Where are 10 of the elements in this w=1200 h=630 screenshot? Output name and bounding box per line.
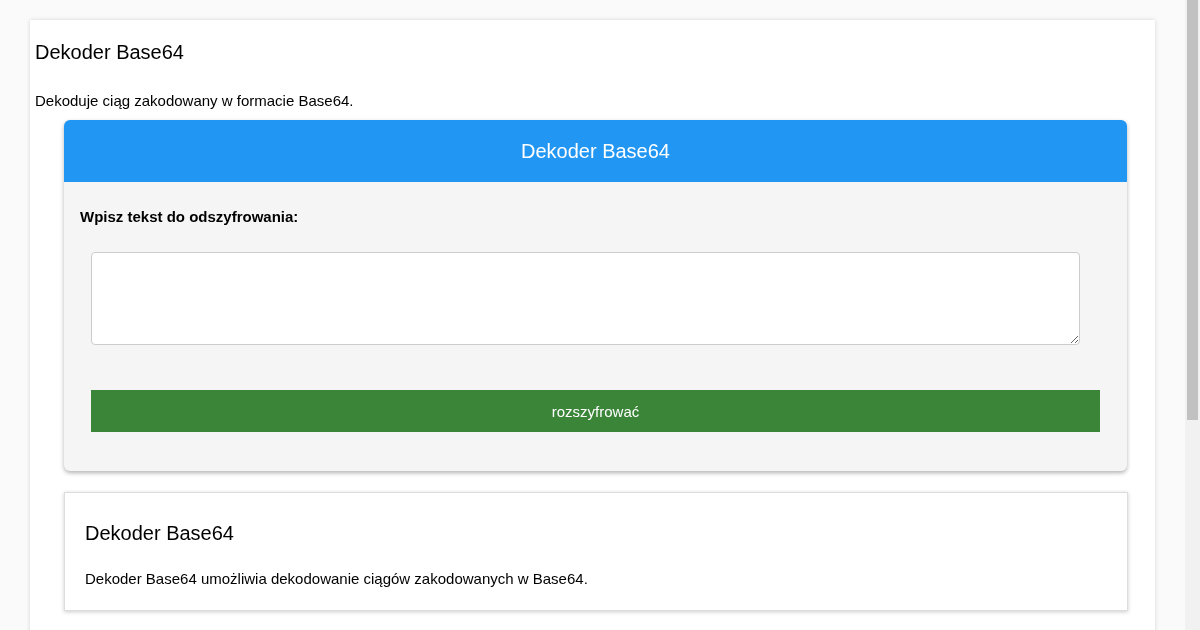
info-title: Dekoder Base64: [85, 521, 235, 545]
tool-header: Dekoder Base64: [64, 120, 1127, 182]
page-title: Dekoder Base64: [35, 40, 185, 64]
scrollbar-thumb[interactable]: [1187, 0, 1198, 420]
input-field[interactable]: [91, 252, 1080, 345]
input-label: Wpisz tekst do odszyfrowania:: [80, 208, 300, 226]
info-text: Dekoder Base64 umożliwia dekodowanie ciągów zakodowanych w Base64.: [85, 570, 589, 588]
scrollbar[interactable]: [1185, 0, 1200, 630]
page-description: Dekoduje ciąg zakodowany w formacie Base64.: [35, 92, 355, 110]
decode-button[interactable]: rozszyfrować: [91, 390, 1100, 432]
